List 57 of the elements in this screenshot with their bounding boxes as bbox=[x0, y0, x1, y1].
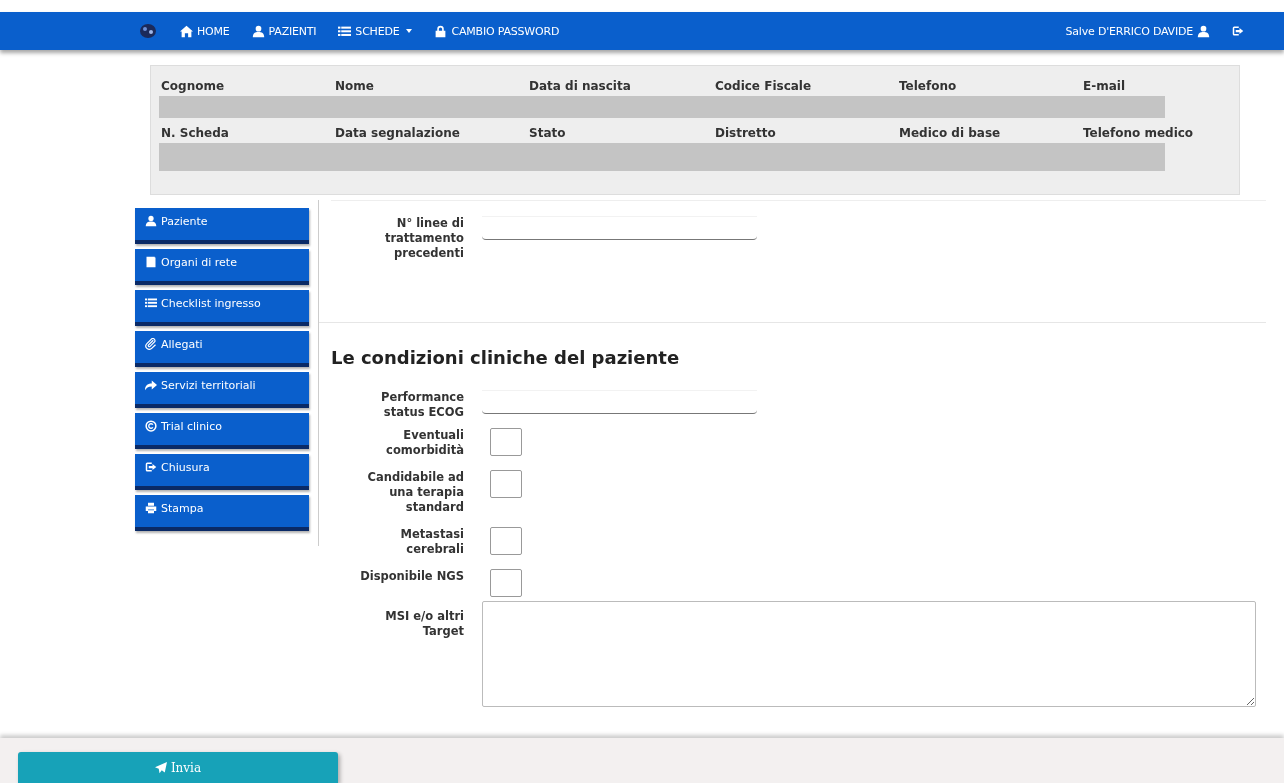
sidebar-button[interactable]: Stampa bbox=[135, 495, 309, 531]
field-label: Candidabile ad una terapia standard bbox=[366, 470, 464, 515]
logo-icon[interactable] bbox=[138, 22, 158, 40]
column-header: Data segnalazione bbox=[335, 126, 461, 140]
column-header: Codice Fiscale bbox=[715, 79, 813, 93]
column-header: Distretto bbox=[715, 126, 777, 140]
text-area[interactable] bbox=[482, 601, 1256, 707]
column-header: Telefono bbox=[899, 79, 958, 93]
checkbox[interactable] bbox=[490, 527, 522, 555]
sidebar-button[interactable]: Organi di rete bbox=[135, 249, 309, 285]
section-heading: Le condizioni cliniche del paziente bbox=[331, 347, 681, 368]
nav-link[interactable]: PAZIENTI bbox=[251, 24, 317, 38]
checkbox[interactable] bbox=[490, 470, 522, 498]
user-icon bbox=[251, 24, 265, 38]
paper-plane-icon bbox=[154, 761, 167, 774]
logout-icon bbox=[1232, 25, 1244, 37]
sidebar-button[interactable]: Checklist ingresso bbox=[135, 290, 309, 326]
column-header: Stato bbox=[529, 126, 567, 140]
column-header: Data di nascita bbox=[529, 79, 632, 93]
column-header: Telefono medico bbox=[1083, 126, 1195, 140]
user-icon bbox=[145, 215, 157, 227]
submit-button[interactable]: Invia bbox=[18, 752, 338, 783]
sidebar-button[interactable]: Allegati bbox=[135, 331, 309, 367]
list-icon bbox=[145, 297, 157, 309]
checkbox[interactable] bbox=[490, 569, 522, 597]
column-header: E-mail bbox=[1083, 79, 1126, 93]
printer-icon bbox=[145, 502, 157, 514]
field-label: MSI e/o altri Target bbox=[384, 609, 464, 639]
nav-link[interactable]: SCHEDE bbox=[338, 24, 413, 38]
user-greeting[interactable]: Salve D'ERRICO DAVIDE bbox=[1065, 24, 1210, 38]
field-label: Disponibile NGS bbox=[359, 569, 464, 584]
caret-icon bbox=[406, 29, 413, 33]
list-icon bbox=[338, 24, 352, 38]
book-icon bbox=[145, 256, 157, 268]
sidebar-button[interactable]: Servizi territoriali bbox=[135, 372, 309, 408]
column-header: Nome bbox=[335, 79, 375, 93]
sidebar-button[interactable]: Trial clinico bbox=[135, 413, 309, 449]
logout-icon bbox=[145, 461, 157, 473]
column-header: N. Scheda bbox=[161, 126, 230, 140]
sidebar-button[interactable]: Chiusura bbox=[135, 454, 309, 490]
paperclip-icon bbox=[145, 338, 157, 350]
share-arrow-icon bbox=[145, 379, 157, 391]
user-icon bbox=[1197, 24, 1210, 38]
nav-link[interactable]: CAMBIO PASSWORD bbox=[434, 24, 560, 38]
column-header: Medico di base bbox=[899, 126, 1002, 140]
column-header: Cognome bbox=[161, 79, 226, 93]
field-label: Performance status ECOG bbox=[379, 390, 464, 420]
field-label: Eventuali comorbidità bbox=[385, 428, 464, 458]
sidebar-button[interactable]: Paziente bbox=[135, 208, 309, 244]
logout-button[interactable] bbox=[1232, 25, 1244, 37]
checkbox[interactable] bbox=[490, 428, 522, 456]
copyright-icon bbox=[145, 420, 157, 432]
home-icon bbox=[180, 24, 193, 38]
field-label: Metastasi cerebrali bbox=[399, 527, 464, 557]
nav-link[interactable]: HOME bbox=[180, 24, 230, 38]
lock-icon bbox=[434, 24, 448, 38]
field-label: N° linee di trattamento precedenti bbox=[383, 216, 464, 261]
